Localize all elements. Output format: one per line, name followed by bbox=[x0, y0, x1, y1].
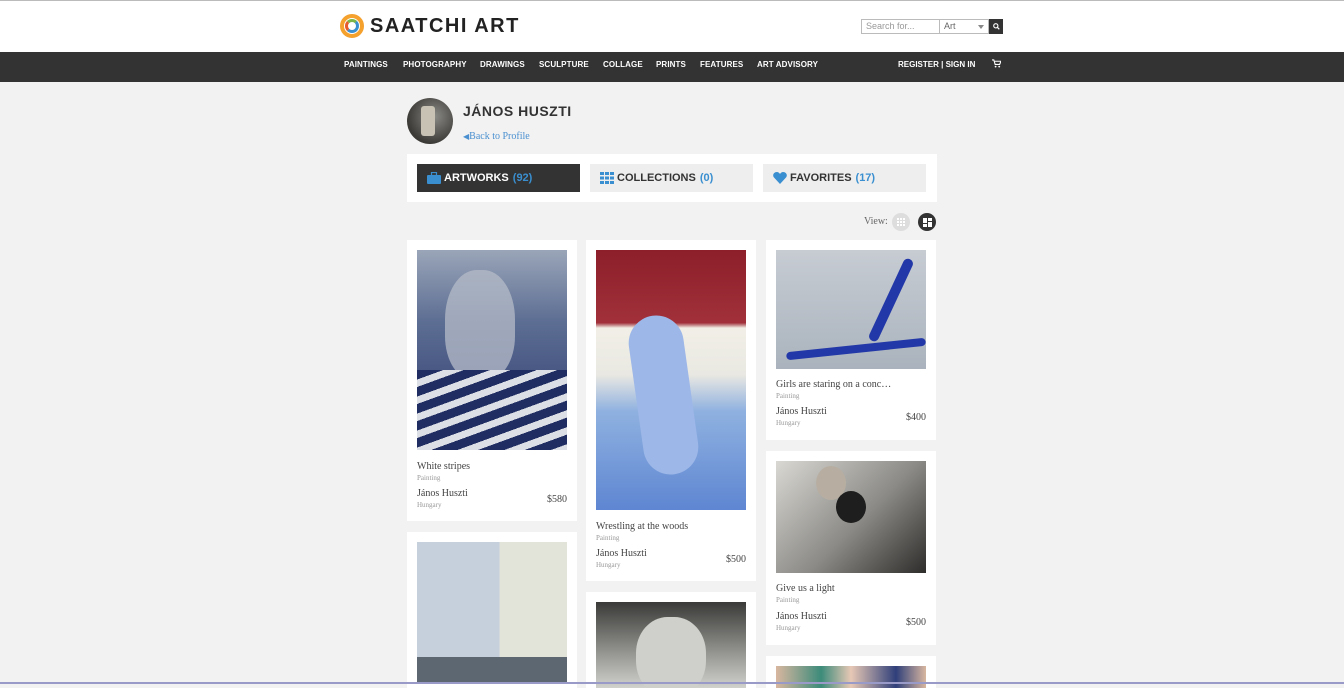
masonry-view-icon bbox=[922, 217, 932, 227]
artwork-title[interactable]: Girls are staring on a conc… bbox=[776, 379, 891, 390]
artwork-country: Hungary bbox=[417, 501, 442, 509]
artwork-price: $580 bbox=[547, 494, 567, 505]
tab-collections-count: (0) bbox=[699, 172, 714, 184]
cart-icon[interactable] bbox=[992, 59, 1002, 70]
tab-collections-label: COLLECTIONS bbox=[617, 172, 696, 184]
briefcase-icon bbox=[427, 172, 441, 184]
tab-collections[interactable]: COLLECTIONS (0) bbox=[590, 164, 753, 192]
nav-collage[interactable]: COLLAGE bbox=[603, 60, 643, 69]
tab-artworks-count: (92) bbox=[512, 172, 533, 184]
artwork-image[interactable] bbox=[776, 250, 926, 369]
artwork-image[interactable] bbox=[417, 250, 567, 450]
artwork-image[interactable] bbox=[417, 542, 567, 682]
search-button[interactable] bbox=[989, 19, 1003, 34]
artwork-title[interactable]: Give us a light bbox=[776, 583, 835, 594]
tab-favorites[interactable]: FAVORITES (17) bbox=[763, 164, 926, 192]
search-input[interactable]: Search for... bbox=[861, 19, 940, 34]
artwork-card[interactable]: Girls are staring on a conc… Painting Já… bbox=[766, 240, 936, 440]
artwork-card[interactable]: White stripes Painting János Huszti Hung… bbox=[407, 240, 577, 521]
artist-name: JÁNOS HUSZTI bbox=[463, 103, 572, 119]
back-to-profile-link[interactable]: ◀Back to Profile bbox=[463, 131, 530, 142]
view-label: View: bbox=[864, 216, 888, 227]
search-icon bbox=[992, 23, 1000, 30]
search-bar: Search for... Art bbox=[861, 19, 1003, 34]
artwork-type: Painting bbox=[776, 596, 800, 604]
tab-favorites-count: (17) bbox=[855, 172, 876, 184]
nav-art-advisory[interactable]: ART ADVISORY bbox=[757, 60, 818, 69]
chevron-down-icon bbox=[978, 25, 984, 29]
artwork-artist[interactable]: János Huszti bbox=[776, 611, 827, 622]
nav-drawings[interactable]: DRAWINGS bbox=[480, 60, 525, 69]
window-bottom-edge bbox=[0, 682, 1344, 684]
register-sign-in-link[interactable]: REGISTER | SIGN IN bbox=[898, 60, 975, 69]
artwork-image[interactable] bbox=[596, 602, 746, 688]
artwork-country: Hungary bbox=[596, 561, 621, 569]
artwork-image[interactable] bbox=[596, 250, 746, 510]
artwork-card[interactable] bbox=[586, 592, 756, 688]
nav-features[interactable]: FEATURES bbox=[700, 60, 743, 69]
grid-view-button[interactable] bbox=[892, 213, 910, 231]
artwork-card[interactable] bbox=[407, 532, 577, 688]
heart-icon bbox=[773, 172, 787, 184]
artwork-artist[interactable]: János Huszti bbox=[596, 548, 647, 559]
tab-favorites-label: FAVORITES bbox=[790, 172, 852, 184]
artwork-type: Painting bbox=[417, 474, 441, 482]
grid-view-icon bbox=[897, 218, 905, 226]
main-nav: PAINTINGS PHOTOGRAPHY DRAWINGS SCULPTURE… bbox=[0, 52, 1344, 82]
artwork-artist[interactable]: János Huszti bbox=[776, 406, 827, 417]
nav-paintings[interactable]: PAINTINGS bbox=[344, 60, 388, 69]
nav-sculpture[interactable]: SCULPTURE bbox=[539, 60, 589, 69]
artist-avatar[interactable] bbox=[407, 98, 453, 144]
artwork-type: Painting bbox=[596, 534, 620, 542]
tab-artworks-label: ARTWORKS bbox=[444, 172, 509, 184]
artwork-country: Hungary bbox=[776, 624, 801, 632]
artwork-country: Hungary bbox=[776, 419, 801, 427]
artwork-type: Painting bbox=[776, 392, 800, 400]
artwork-price: $400 bbox=[906, 412, 926, 423]
artwork-title[interactable]: White stripes bbox=[417, 461, 470, 472]
artwork-card[interactable]: Wrestling at the woods Painting János Hu… bbox=[586, 240, 756, 581]
tab-artworks[interactable]: ARTWORKS (92) bbox=[417, 164, 580, 192]
artwork-title[interactable]: Wrestling at the woods bbox=[596, 521, 688, 532]
nav-prints[interactable]: PRINTS bbox=[656, 60, 686, 69]
artwork-price: $500 bbox=[906, 617, 926, 628]
search-scope-select[interactable]: Art bbox=[940, 19, 989, 34]
artwork-image[interactable] bbox=[776, 666, 926, 688]
artwork-artist[interactable]: János Huszti bbox=[417, 488, 468, 499]
masonry-view-button[interactable] bbox=[918, 213, 936, 231]
search-scope-value: Art bbox=[944, 21, 956, 31]
artwork-price: $500 bbox=[726, 554, 746, 565]
top-header: SAATCHI ART Search for... Art bbox=[0, 0, 1344, 52]
grid-icon bbox=[600, 172, 614, 184]
artwork-image[interactable] bbox=[776, 461, 926, 573]
saatchi-logo[interactable]: SAATCHI ART bbox=[340, 14, 520, 38]
logo-text: SAATCHI ART bbox=[370, 14, 520, 37]
logo-icon bbox=[340, 14, 364, 38]
artwork-card[interactable]: Give us a light Painting János Huszti Hu… bbox=[766, 451, 936, 645]
nav-photography[interactable]: PHOTOGRAPHY bbox=[403, 60, 467, 69]
back-link-label: Back to Profile bbox=[469, 131, 530, 142]
profile-tabs: ARTWORKS (92) COLLECTIONS (0) FAVORITES … bbox=[407, 154, 937, 202]
